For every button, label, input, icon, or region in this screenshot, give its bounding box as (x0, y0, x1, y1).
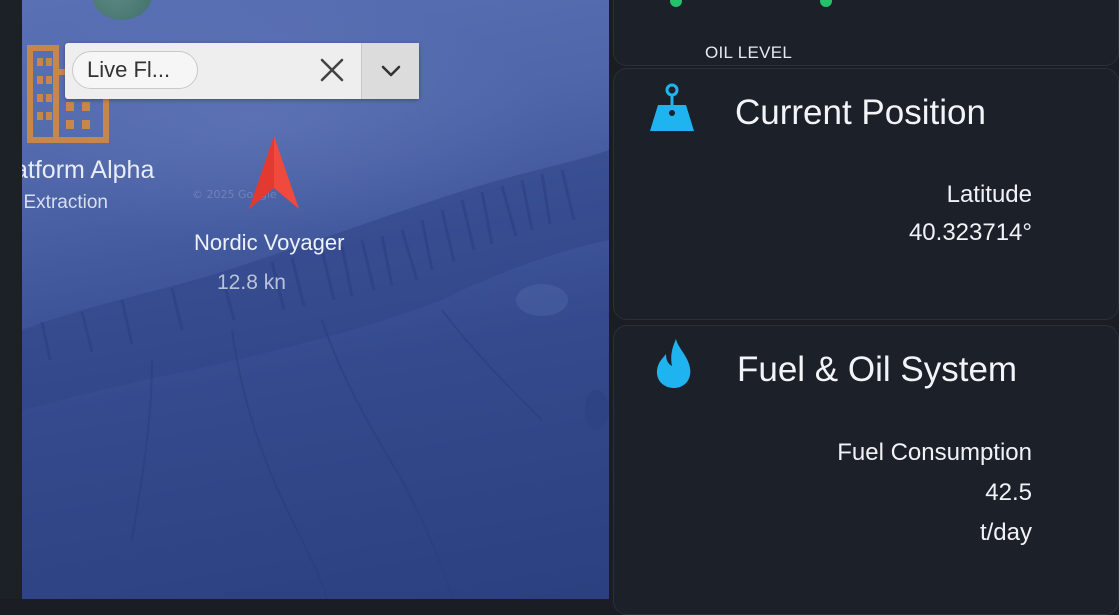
flame-icon (656, 339, 691, 388)
current-position-card: Current Position Latitude 40.323714° (613, 68, 1119, 320)
vessel-heading-arrow-icon[interactable] (248, 136, 300, 210)
latitude-value: 40.323714° (908, 219, 1032, 246)
oil-level-card: OIL LEVEL (613, 0, 1119, 66)
fuel-consumption-unit: t/day (979, 519, 1032, 546)
fuel-card-title: Fuel & Oil System (737, 350, 1018, 389)
status-dot (820, 0, 832, 7)
left-edge-strip (0, 0, 22, 599)
fuel-consumption-value: 42.5 (985, 479, 1032, 506)
oil-level-label: OIL LEVEL (705, 43, 793, 62)
clear-icon[interactable] (317, 55, 347, 85)
dashboard-panel: OIL LEVEL Current Position Latitude 40.3… (609, 0, 1119, 615)
platform-subtitle-label: l Extraction (22, 192, 108, 213)
vessel-speed-label: 12.8 kn (217, 271, 286, 294)
status-dot (670, 0, 682, 7)
vessel-name-label: Nordic Voyager (194, 230, 345, 255)
chevron-down-icon (381, 65, 401, 77)
fuel-oil-system-card: Fuel & Oil System Fuel Consumption 42.5 … (613, 325, 1119, 615)
platform-name-label: atform Alpha (22, 156, 155, 184)
fuel-consumption-label: Fuel Consumption (837, 439, 1032, 466)
position-card-title: Current Position (735, 93, 986, 132)
map-view[interactable]: © 2025 Google atform Alpha l Extraction … (22, 0, 609, 599)
layer-selector[interactable]: Live Fl... (65, 43, 419, 99)
latitude-label: Latitude (946, 181, 1032, 208)
layer-dropdown-button[interactable] (361, 43, 419, 99)
map-pin-icon (650, 83, 694, 131)
layer-chip[interactable]: Live Fl... (72, 51, 198, 89)
